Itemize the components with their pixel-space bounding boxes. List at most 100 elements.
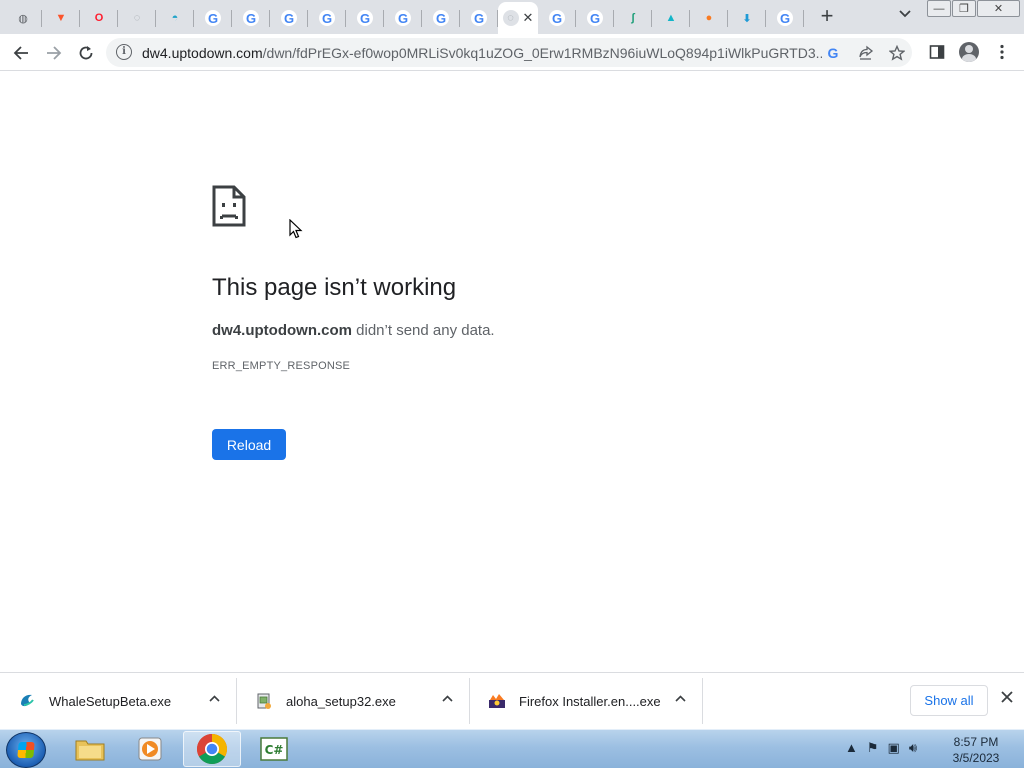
taskbar-csharp[interactable]: C# xyxy=(245,731,303,767)
browser-tab[interactable]: G xyxy=(422,2,460,34)
download-arrow-icon: ⬇ xyxy=(739,10,755,26)
browser-tab[interactable]: ʃ xyxy=(614,2,652,34)
browser-tab[interactable]: G xyxy=(270,2,308,34)
browser-toolbar: i dw4.uptodown.com/dwn/fdPrEGx-ef0wop0MR… xyxy=(0,34,1024,71)
browser-tab[interactable]: G xyxy=(538,2,576,34)
browser-tab[interactable]: G xyxy=(308,2,346,34)
taskbar-clock[interactable]: 8:57 PM 3/5/2023 xyxy=(936,734,1016,766)
site-info-icon[interactable]: i xyxy=(116,44,132,60)
bookmark-star-icon[interactable] xyxy=(887,43,907,63)
network-icon[interactable]: ▣ xyxy=(888,740,900,756)
forward-button[interactable] xyxy=(41,40,67,66)
svg-text:C#: C# xyxy=(265,743,284,757)
installer-icon xyxy=(257,693,271,709)
csharp-icon: C# xyxy=(260,737,288,761)
system-tray: ▲ ⚑ ▣ 🔊︎ xyxy=(845,740,917,756)
browser-tab-active[interactable]: ◌ ✕ xyxy=(498,2,538,34)
google-icon: G xyxy=(433,10,449,26)
opera-icon: O xyxy=(91,10,107,26)
download-filename: Firefox Installer.en....exe xyxy=(519,693,661,709)
error-message: dw4.uptodown.com didn’t send any data. xyxy=(212,322,495,339)
chevron-up-icon[interactable] xyxy=(442,694,453,705)
url-path: /dwn/fdPrEGx-ef0wop0MRLiSv0kq1uZOG_0Erw1… xyxy=(262,45,822,61)
ghost-icon: ◓ xyxy=(167,10,183,26)
error-title: This page isn’t working xyxy=(212,274,457,301)
side-panel-icon[interactable] xyxy=(926,41,948,63)
browser-tab[interactable]: G xyxy=(576,2,614,34)
reload-button[interactable]: Reload xyxy=(212,429,286,460)
new-tab-button[interactable]: + xyxy=(815,5,839,29)
action-center-flag-icon[interactable]: ⚑ xyxy=(867,740,879,756)
browser-tab[interactable]: G xyxy=(346,2,384,34)
browser-tab[interactable]: G xyxy=(232,2,270,34)
google-icon: G xyxy=(281,10,297,26)
close-shelf-icon[interactable] xyxy=(997,690,1017,710)
browser-tab[interactable]: ● xyxy=(690,2,728,34)
explorer-icon xyxy=(75,740,105,761)
start-button[interactable] xyxy=(6,732,46,768)
window-controls: — ❐ ✕ xyxy=(927,0,1021,18)
browser-tab[interactable]: O xyxy=(80,2,118,34)
close-tab-icon[interactable]: ✕ xyxy=(523,10,534,26)
browser-tab[interactable]: ▼ xyxy=(42,2,80,34)
download-item[interactable]: Firefox Installer.en....exe xyxy=(470,678,703,724)
show-all-downloads-button[interactable]: Show all xyxy=(910,685,988,716)
google-icon: G xyxy=(319,10,335,26)
close-window-button[interactable]: ✕ xyxy=(977,0,1020,17)
error-message-suffix: didn’t send any data. xyxy=(352,322,495,339)
download-item[interactable]: aloha_setup32.exe xyxy=(237,678,470,724)
volume-icon[interactable]: 🔊︎ xyxy=(909,740,917,756)
browser-tab[interactable]: G xyxy=(384,2,422,34)
loading-icon: ◌ xyxy=(129,10,145,26)
feather-icon: ʃ xyxy=(625,10,641,26)
taskbar-chrome[interactable] xyxy=(183,731,241,767)
minimize-button[interactable]: — xyxy=(927,0,951,17)
download-shelf: WhaleSetupBeta.exe aloha_setup32.exe Fir… xyxy=(0,672,1024,729)
google-icon: G xyxy=(549,10,565,26)
address-bar[interactable]: i dw4.uptodown.com/dwn/fdPrEGx-ef0wop0MR… xyxy=(106,38,912,67)
media-player-icon xyxy=(138,737,162,761)
firefox-installer-icon xyxy=(489,694,505,708)
back-button[interactable] xyxy=(8,40,34,66)
browser-tab[interactable]: G xyxy=(460,2,498,34)
whale-icon xyxy=(21,694,34,707)
restore-button[interactable]: ❐ xyxy=(952,0,976,17)
clock-time: 8:57 PM xyxy=(953,735,999,749)
google-icon: G xyxy=(357,10,373,26)
tab-search-button[interactable] xyxy=(894,6,916,28)
windows-taskbar: C# ▲ ⚑ ▣ 🔊︎ 8:57 PM 3/5/2023 xyxy=(0,729,1024,768)
browser-tab[interactable]: ◍ xyxy=(4,2,42,34)
google-icon: G xyxy=(587,10,603,26)
profile-avatar[interactable] xyxy=(958,41,980,63)
browser-tab[interactable]: ◌ xyxy=(118,2,156,34)
browser-tab[interactable]: G xyxy=(194,2,232,34)
download-filename: aloha_setup32.exe xyxy=(286,693,396,709)
download-item[interactable]: WhaleSetupBeta.exe xyxy=(0,678,237,724)
reload-toolbar-button[interactable] xyxy=(73,40,99,66)
error-host: dw4.uptodown.com xyxy=(212,322,352,339)
chevron-up-icon[interactable] xyxy=(209,694,220,705)
url-host: dw4.uptodown.com xyxy=(142,45,263,61)
error-page: This page isn’t working dw4.uptodown.com… xyxy=(0,72,1024,672)
sad-page-icon xyxy=(212,185,246,227)
menu-kebab-icon[interactable] xyxy=(991,41,1013,63)
mouse-cursor-icon xyxy=(289,219,303,239)
error-code: ERR_EMPTY_RESPONSE xyxy=(212,360,351,372)
google-lens-icon[interactable]: G xyxy=(823,43,843,63)
taskbar-media-player[interactable] xyxy=(122,731,180,767)
browser-tab[interactable]: ◓ xyxy=(156,2,194,34)
taskbar-explorer[interactable] xyxy=(61,731,119,767)
url-text[interactable]: dw4.uptodown.com/dwn/fdPrEGx-ef0wop0MRLi… xyxy=(142,45,822,61)
browser-tab[interactable]: G xyxy=(766,2,804,34)
tab-strip: ◍ ▼ O ◌ ◓ G G G G G G G G ◌ ✕ G Gʃ ▲ ● ⬇ G + — ❐ ✕ xyxy=(0,0,1024,34)
download-filename: WhaleSetupBeta.exe xyxy=(49,693,172,709)
show-hidden-icons-icon[interactable]: ▲ xyxy=(845,740,858,756)
globe-icon: ◍ xyxy=(15,10,31,26)
browser-tab[interactable]: ▲ xyxy=(652,2,690,34)
clock-date: 3/5/2023 xyxy=(952,751,1000,765)
share-icon[interactable] xyxy=(856,43,876,63)
browser-tab[interactable]: ⬇ xyxy=(728,2,766,34)
forward-arrow-icon xyxy=(47,46,62,60)
chevron-up-icon[interactable] xyxy=(675,694,686,705)
avatar xyxy=(959,42,979,62)
